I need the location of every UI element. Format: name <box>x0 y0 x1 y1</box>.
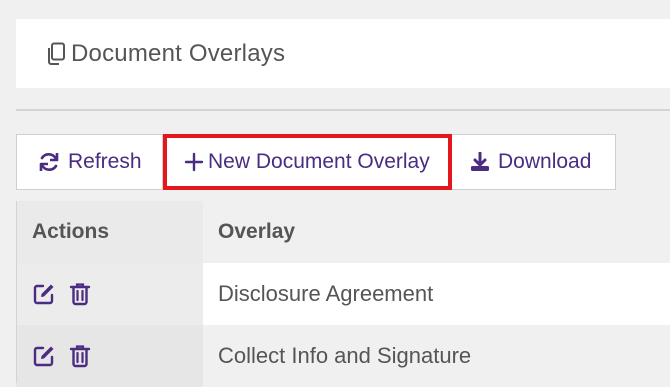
table-header-row: Actions Overlay <box>16 201 670 263</box>
row-actions <box>16 263 203 325</box>
table-row: Disclosure Agreement <box>16 263 670 325</box>
download-button[interactable]: Download <box>452 134 616 190</box>
refresh-button[interactable]: Refresh <box>16 134 163 190</box>
refresh-label: Refresh <box>68 150 142 173</box>
download-label: Download <box>498 150 592 173</box>
overlays-table: Actions Overlay Disclosure Agreement Col… <box>16 201 670 387</box>
copy-icon <box>45 42 67 66</box>
overlay-name[interactable]: Collect Info and Signature <box>203 325 670 387</box>
new-document-overlay-label: New Document Overlay <box>208 150 430 173</box>
page-header: Document Overlays <box>16 19 670 88</box>
edit-icon[interactable] <box>32 282 56 306</box>
plus-icon <box>184 152 204 172</box>
divider <box>16 109 670 111</box>
column-header-actions: Actions <box>16 201 203 263</box>
table-row: Collect Info and Signature <box>16 325 670 387</box>
trash-icon[interactable] <box>69 282 91 306</box>
row-actions <box>16 325 203 387</box>
table-left-border <box>16 201 17 383</box>
page-title: Document Overlays <box>71 39 286 67</box>
trash-icon[interactable] <box>69 344 91 368</box>
toolbar: Refresh New Document Overlay Download <box>16 134 616 190</box>
edit-icon[interactable] <box>32 344 56 368</box>
refresh-icon <box>38 151 60 173</box>
download-icon <box>470 152 490 172</box>
overlay-name[interactable]: Disclosure Agreement <box>203 263 670 325</box>
column-header-overlay[interactable]: Overlay <box>203 201 670 263</box>
new-document-overlay-button[interactable]: New Document Overlay <box>163 134 452 190</box>
